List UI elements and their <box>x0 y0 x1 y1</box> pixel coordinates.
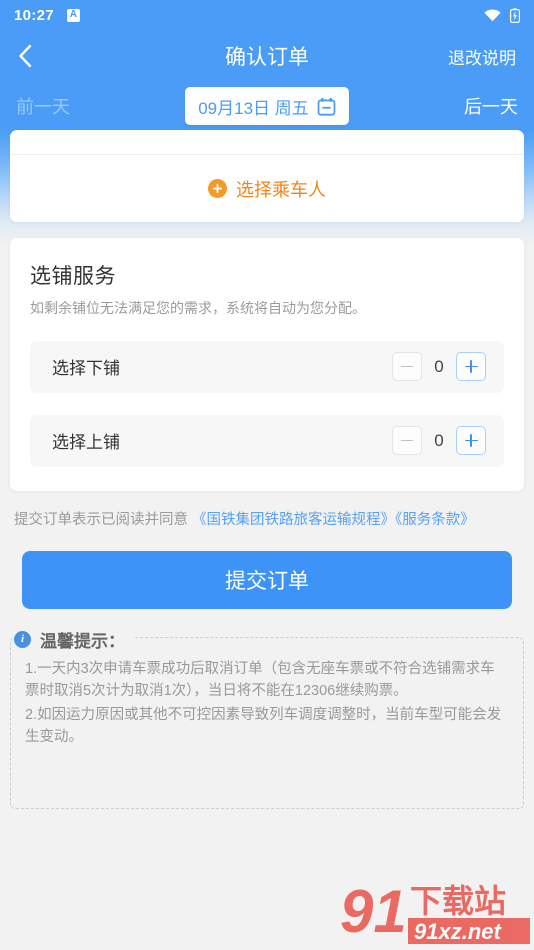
chevron-left-icon <box>19 44 32 68</box>
date-switcher: 前一天 09月13日 周五 后一天 <box>0 82 534 130</box>
status-bar-time: 10:27 <box>14 6 54 24</box>
transport-regulation-link[interactable]: 《国铁集团铁路旅客运输规程》 <box>192 512 395 528</box>
calendar-icon <box>317 97 336 116</box>
battery-charging-icon <box>510 7 520 23</box>
berth-lower-increment-button[interactable] <box>456 352 486 382</box>
plus-circle-icon <box>208 179 227 198</box>
info-icon: i <box>14 630 31 648</box>
tips-item-2: 2.如因运力原因或其他不可控因素导致列车调度调整时，当前车型可能会发生变动。 <box>25 706 502 745</box>
status-bar-app-badge-icon: A <box>66 8 80 22</box>
berth-upper-count: 0 <box>434 430 444 450</box>
date-picker-button[interactable]: 09月13日 周五 <box>185 87 349 125</box>
berth-service-card: 选铺服务 如剩余铺位无法满足您的需求，系统将自动为您分配。 选择下铺 0 选择上… <box>10 238 524 491</box>
submit-order-button[interactable]: 提交订单 <box>22 550 512 609</box>
date-chip-container: 09月13日 周五 <box>156 87 378 125</box>
main-content: 选择乘车人 选铺服务 如剩余铺位无法满足您的需求，系统将自动为您分配。 选择下铺… <box>0 130 534 809</box>
berth-service-title: 选铺服务 <box>30 265 116 288</box>
status-bar: 10:27 A <box>0 0 534 30</box>
berth-upper-decrement-button[interactable] <box>392 426 422 456</box>
refund-change-policy-link[interactable]: 退改说明 <box>448 44 516 69</box>
wifi-icon <box>484 9 501 21</box>
status-bar-indicators <box>484 7 520 23</box>
select-passenger-button[interactable]: 选择乘车人 <box>10 155 524 222</box>
berth-lower-decrement-button[interactable] <box>392 352 422 382</box>
tips-item-1: 1.一天内3次申请车票成功后取消订单（包含无座车票或不符合选铺需求车票时取消5次… <box>25 660 495 699</box>
service-terms-link[interactable]: 《服务条款》 <box>395 512 475 528</box>
status-bar-app-badge-letter: A <box>69 9 77 20</box>
watermark-brand-text: 下载站 <box>410 883 506 919</box>
previous-day-button[interactable]: 前一天 <box>16 93 156 119</box>
berth-row-lower-label: 选择下铺 <box>52 359 120 379</box>
minus-icon <box>401 439 413 442</box>
tips-header: i 温馨提示： <box>14 626 135 652</box>
passenger-list-clipped-area <box>10 130 524 155</box>
berth-row-upper: 选择上铺 0 <box>30 414 504 467</box>
selected-date-label: 09月13日 周五 <box>198 98 309 118</box>
berth-upper-stepper: 0 <box>392 426 486 456</box>
watermark-url-text: 91xz.net <box>414 919 502 944</box>
tips-section: i 温馨提示： 1.一天内3次申请车票成功后取消订单（包含无座车票或不符合选铺需… <box>10 626 524 809</box>
tips-title: 温馨提示： <box>40 631 125 651</box>
watermark-logo-text: 91 <box>340 878 407 945</box>
site-watermark: 91 下载站 91xz.net <box>340 878 530 945</box>
berth-lower-count: 0 <box>434 356 444 376</box>
navigation-bar: 确认订单 退改说明 <box>0 30 534 82</box>
berth-row-upper-label: 选择上铺 <box>52 433 120 453</box>
tips-box: 1.一天内3次申请车票成功后取消订单（包含无座车票或不符合选铺需求车票时取消5次… <box>10 636 524 809</box>
select-passenger-label: 选择乘车人 <box>236 179 326 200</box>
minus-icon <box>401 365 413 368</box>
app-screen: 10:27 A 确认订单 退改说明 前一天 09月13日 周五 后一天 选择乘车… <box>0 0 534 950</box>
berth-row-lower: 选择下铺 0 <box>30 340 504 393</box>
berth-service-subtitle: 如剩余铺位无法满足您的需求，系统将自动为您分配。 <box>30 300 366 316</box>
agreement-text: 提交订单表示已阅读并同意 《国铁集团铁路旅客运输规程》《服务条款》 <box>14 509 520 533</box>
berth-upper-increment-button[interactable] <box>456 426 486 456</box>
berth-lower-stepper: 0 <box>392 352 486 382</box>
passenger-card: 选择乘车人 <box>10 130 524 222</box>
next-day-button[interactable]: 后一天 <box>378 93 518 119</box>
agreement-prefix: 提交订单表示已阅读并同意 <box>14 511 193 528</box>
plus-icon <box>464 360 478 374</box>
back-button[interactable] <box>18 41 48 71</box>
plus-icon <box>464 434 478 448</box>
